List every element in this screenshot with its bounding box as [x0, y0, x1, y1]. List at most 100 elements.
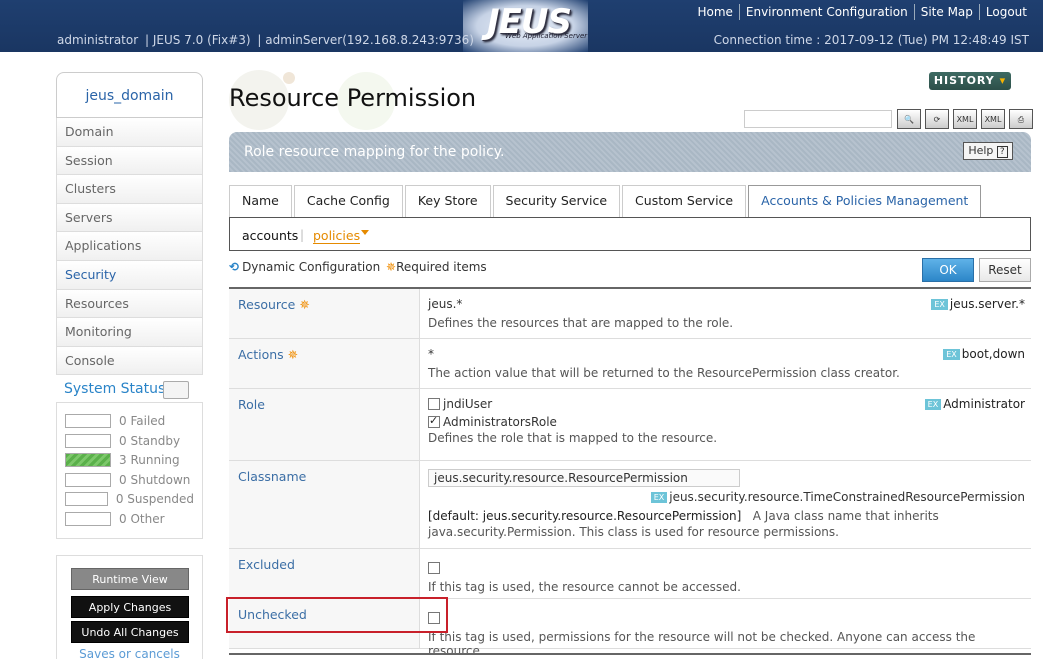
nav-environment-configuration-link[interactable]: Environment Configuration [738, 4, 914, 20]
chevron-down-icon: ▾ [999, 74, 1007, 87]
example-icon: EX [931, 299, 948, 310]
classname-input[interactable]: jeus.security.resource.ResourcePermissio… [428, 469, 740, 487]
help-button[interactable]: Help ? [963, 142, 1013, 160]
tab-cache-config[interactable]: Cache Config [293, 185, 403, 217]
sidebar-item-security[interactable]: Security [56, 260, 203, 290]
tab-security-service[interactable]: Security Service [492, 185, 621, 217]
xml-icon[interactable]: XML [953, 109, 977, 129]
field-description: Defines the role that is mapped to the r… [428, 431, 718, 445]
tab-key-store[interactable]: Key Store [404, 185, 491, 217]
status-row-other: 0 Other [65, 509, 194, 529]
version: JEUS 7.0 (Fix#3) [152, 33, 251, 47]
sidebar-item-session[interactable]: Session [56, 146, 203, 176]
resource-label: Resource [238, 297, 296, 312]
example-icon: EX [924, 399, 942, 410]
required-items-legend: ✵Required items [386, 260, 487, 274]
example-value: EX Administrator [924, 397, 1025, 411]
sidebar-item-servers[interactable]: Servers [56, 203, 203, 233]
toolbar-icons: 🔍 ⟳ XML XML ⎙ [897, 109, 1033, 129]
nav-site-map-link[interactable]: Site Map [913, 4, 979, 20]
status-label: Suspended [127, 492, 194, 507]
required-star-icon: ✵ [299, 297, 310, 312]
nav-logout-link[interactable]: Logout [978, 4, 1033, 20]
question-icon: ? [996, 146, 1008, 158]
example-text: boot,down [961, 347, 1025, 361]
field-description: [default: jeus.security.resource.Resourc… [428, 508, 1024, 540]
refresh-icon: ⟲ [229, 260, 240, 274]
required-items-label: Required items [396, 260, 487, 274]
form-row-role: Role jndiUser AdministratorsRole EXAdmin… [229, 389, 1031, 461]
checkbox[interactable] [428, 414, 440, 428]
excluded-checkbox[interactable] [428, 562, 440, 574]
saves-cancels-link[interactable]: Saves or cancels the [71, 647, 188, 659]
reset-button[interactable]: Reset [979, 258, 1031, 282]
subtab-policies[interactable]: policies [313, 228, 361, 244]
status-toggle-icon[interactable] [163, 381, 189, 400]
role-option-label: jndiUser [443, 397, 493, 411]
top-header-bar: JEUS Web Application Server administrato… [0, 0, 1043, 52]
sidebar-item-resources[interactable]: Resources [56, 289, 203, 319]
xml-icon[interactable]: XML [981, 109, 1005, 129]
required-star-icon: ✵ [386, 260, 397, 274]
apply-changes-button[interactable]: Apply Changes [71, 596, 189, 619]
status-count: 0 [119, 433, 127, 448]
form-row-classname: Classname jeus.security.resource.Resourc… [229, 461, 1031, 549]
form-row-excluded: Excluded If this tag is used, the resour… [229, 549, 1031, 599]
example-value: EX jeus.server.* [931, 297, 1025, 311]
tab-name[interactable]: Name [229, 185, 292, 217]
status-bar [65, 453, 111, 468]
status-bar [65, 511, 111, 526]
status-label: Other [130, 511, 165, 526]
decoration-dot [283, 72, 295, 84]
nav-home-link[interactable]: Home [691, 4, 738, 20]
history-button[interactable]: HISTORY ▾ [929, 72, 1011, 90]
field-value: jeus.* EX jeus.server.* Defines the resou… [420, 289, 1031, 330]
main-content: Resource Permission HISTORY ▾ 🔍 ⟳ XML XM… [226, 60, 1033, 659]
tab-accounts-policies-management[interactable]: Accounts & Policies Management [748, 185, 982, 217]
sidebar-item-domain[interactable]: Domain [56, 118, 203, 147]
example-icon: EX [943, 349, 960, 360]
jeus-logo[interactable]: JEUS Web Application Server [463, 0, 588, 52]
undo-all-changes-button[interactable]: Undo All Changes [71, 621, 189, 644]
change-buttons-box: Runtime View Apply Changes Undo All Chan… [56, 555, 203, 659]
field-value: If this tag is used, permissions for the… [420, 599, 1031, 658]
sidebar-item-clusters[interactable]: Clusters [56, 175, 203, 204]
field-value: * EX boot,down The action value that will… [420, 339, 1031, 380]
refresh-icon[interactable]: ⟳ [925, 109, 949, 129]
ok-button[interactable]: OK [922, 258, 974, 282]
logo-subtext: Web Application Server [505, 32, 588, 40]
tab-custom-service[interactable]: Custom Service [622, 185, 747, 217]
example-text: Administrator [943, 397, 1025, 411]
checkbox[interactable] [428, 398, 440, 410]
actions-value[interactable]: * [428, 347, 1025, 361]
status-label: Standby [130, 433, 181, 448]
search-icon[interactable]: 🔍 [897, 109, 921, 129]
excluded-label: Excluded [238, 557, 295, 572]
dropdown-triangle-icon[interactable] [361, 230, 369, 235]
search-input[interactable] [744, 110, 892, 128]
sidebar-item-applications[interactable]: Applications [56, 232, 203, 261]
subtab-separator: | [300, 228, 305, 242]
domain-name[interactable]: jeus_domain [56, 72, 203, 118]
top-nav: Home Environment Configuration Site Map … [691, 4, 1033, 20]
form-row-actions: Actions ✵ * EX boot,down The action value… [229, 339, 1031, 389]
sidebar-item-monitoring[interactable]: Monitoring [56, 318, 203, 347]
sidebar-item-console[interactable]: Console [56, 346, 203, 376]
default-value: [default: jeus.security.resource.Resourc… [428, 509, 742, 523]
help-label: Help [968, 144, 994, 157]
runtime-view-button[interactable]: Runtime View [71, 568, 189, 591]
role-option-label: AdministratorsRole [443, 415, 557, 429]
dynamic-configuration-legend: ⟲ Dynamic Configuration [229, 260, 380, 274]
status-row-standby: 0 Standby [65, 431, 194, 451]
field-description: Defines the resources that are mapped to… [428, 316, 734, 330]
dynamic-config-label: Dynamic Configuration [242, 260, 381, 274]
field-description: The action value that will be returned t… [428, 366, 900, 380]
status-label: Running [130, 453, 180, 468]
username: administrator [57, 33, 139, 47]
status-count: 0 [115, 492, 124, 507]
status-bar [65, 492, 108, 507]
subtab-accounts[interactable]: accounts [242, 228, 298, 243]
field-value: jeus.security.resource.ResourcePermissio… [420, 461, 1031, 540]
export-icon[interactable]: ⎙ [1009, 109, 1033, 129]
role-option-administratorsrole[interactable]: AdministratorsRole [428, 414, 1025, 429]
